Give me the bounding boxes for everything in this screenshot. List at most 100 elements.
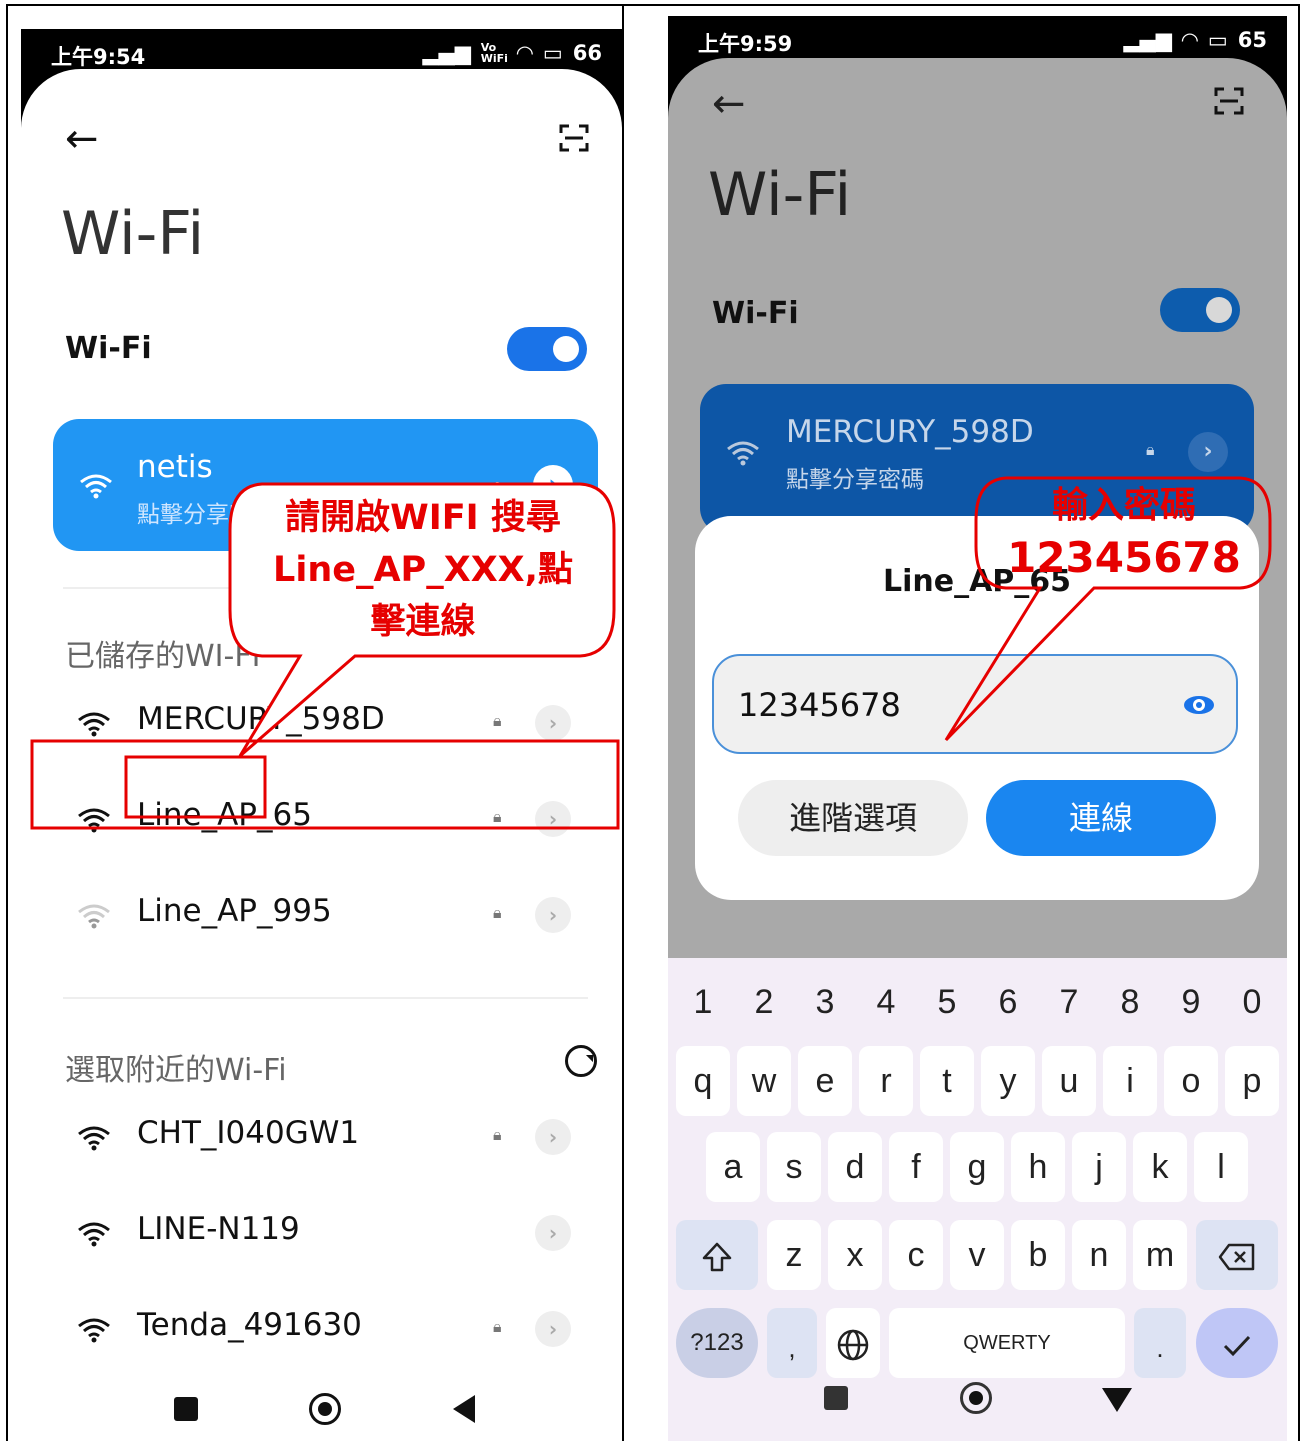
- chevron-right-icon[interactable]: ›: [1188, 432, 1228, 472]
- network-name: CHT_I040GW1: [137, 1115, 360, 1151]
- globe-icon: [837, 1329, 869, 1361]
- key-6[interactable]: 6: [978, 972, 1038, 1032]
- comma-key[interactable]: ,: [767, 1308, 817, 1378]
- saved-network-row[interactable]: Line_AP_995 🔒︎ ›: [21, 867, 622, 963]
- connected-ssid: MERCURY_598D: [786, 414, 1034, 450]
- key-5[interactable]: 5: [917, 972, 977, 1032]
- advanced-options-button[interactable]: 進階選項: [738, 780, 968, 856]
- status-icons: ▂▄▆ ◠ ▭ 65: [1123, 28, 1267, 52]
- key-2[interactable]: 2: [734, 972, 794, 1032]
- back-nav-icon[interactable]: [453, 1395, 475, 1423]
- key-v[interactable]: v: [950, 1220, 1004, 1290]
- key-q[interactable]: q: [676, 1046, 730, 1116]
- callout-line: 輸入密碼: [1051, 485, 1196, 526]
- lock-icon: 🔒︎: [493, 1317, 502, 1336]
- connect-button[interactable]: 連線: [986, 780, 1216, 856]
- key-f[interactable]: f: [889, 1132, 943, 1202]
- key-h[interactable]: h: [1011, 1132, 1065, 1202]
- key-n[interactable]: n: [1072, 1220, 1126, 1290]
- network-name: LINE-N119: [137, 1211, 300, 1247]
- home-icon[interactable]: [309, 1393, 341, 1425]
- scan-qr-icon[interactable]: [559, 123, 589, 153]
- wifi-icon: [78, 1126, 110, 1151]
- key-1[interactable]: 1: [673, 972, 733, 1032]
- chevron-right-icon[interactable]: ›: [535, 705, 571, 741]
- recent-apps-icon[interactable]: [824, 1386, 848, 1410]
- key-a[interactable]: a: [706, 1132, 760, 1202]
- key-y[interactable]: y: [981, 1046, 1035, 1116]
- key-z[interactable]: z: [767, 1220, 821, 1290]
- status-time: 上午9:54: [51, 45, 146, 69]
- battery-icon: ▭: [542, 41, 563, 65]
- checkmark-icon: [1223, 1335, 1251, 1357]
- wifi-status-icon: ◠: [516, 41, 533, 65]
- home-icon[interactable]: [960, 1382, 992, 1414]
- key-r[interactable]: r: [859, 1046, 913, 1116]
- key-0[interactable]: 0: [1222, 972, 1282, 1032]
- nearby-network-row[interactable]: CHT_I040GW1 🔒︎ ›: [21, 1089, 622, 1185]
- chevron-right-icon[interactable]: ›: [535, 1215, 571, 1251]
- phone-right: 上午9:59 ▂▄▆ ◠ ▭ 65 ← Wi-Fi Wi-Fi MERCURY_…: [668, 16, 1287, 1441]
- network-name: Line_AP_65: [137, 797, 312, 833]
- space-key[interactable]: QWERTY: [889, 1308, 1125, 1378]
- key-w[interactable]: w: [737, 1046, 791, 1116]
- key-d[interactable]: d: [828, 1132, 882, 1202]
- frame-divider: [622, 4, 624, 1441]
- back-button[interactable]: ←: [712, 84, 746, 124]
- password-input[interactable]: 12345678: [712, 654, 1238, 754]
- key-k[interactable]: k: [1133, 1132, 1187, 1202]
- backspace-icon: [1218, 1243, 1255, 1271]
- wifi-toggle[interactable]: [507, 327, 587, 371]
- key-x[interactable]: x: [828, 1220, 882, 1290]
- key-s[interactable]: s: [767, 1132, 821, 1202]
- show-password-icon[interactable]: [1184, 696, 1214, 714]
- key-t[interactable]: t: [920, 1046, 974, 1116]
- backspace-key[interactable]: [1196, 1220, 1278, 1290]
- enter-key[interactable]: [1196, 1308, 1278, 1378]
- recent-apps-icon[interactable]: [174, 1397, 198, 1421]
- chevron-right-icon[interactable]: ›: [535, 1119, 571, 1155]
- phone-left: 上午9:54 ▂▄▆ Vo WiFi ◠ ▭ 66 ← Wi-Fi Wi-Fi …: [21, 29, 622, 1441]
- key-c[interactable]: c: [889, 1220, 943, 1290]
- chevron-right-icon[interactable]: ›: [535, 801, 571, 837]
- key-7[interactable]: 7: [1039, 972, 1099, 1032]
- scan-qr-icon[interactable]: [1214, 86, 1244, 116]
- key-u[interactable]: u: [1042, 1046, 1096, 1116]
- nearby-network-row[interactable]: Tenda_491630 🔒︎ ›: [21, 1281, 622, 1377]
- key-b[interactable]: b: [1011, 1220, 1065, 1290]
- key-3[interactable]: 3: [795, 972, 855, 1032]
- key-i[interactable]: i: [1103, 1046, 1157, 1116]
- back-button[interactable]: ←: [65, 119, 99, 159]
- vowifi-icon: Vo WiFi: [480, 41, 508, 65]
- wifi-toggle[interactable]: [1160, 288, 1240, 332]
- key-p[interactable]: p: [1225, 1046, 1279, 1116]
- page-title: Wi-Fi: [61, 199, 205, 269]
- chevron-right-icon[interactable]: ›: [535, 1311, 571, 1347]
- saved-network-row[interactable]: MERCURY_598D 🔒︎ ›: [21, 675, 622, 771]
- callout-line: Line_AP_XXX,點: [273, 550, 573, 590]
- key-j[interactable]: j: [1072, 1132, 1126, 1202]
- wifi-icon: [80, 474, 112, 499]
- soft-keyboard: 1 2 3 4 5 6 7 8 9 0 q w e r t y u i o p …: [668, 958, 1287, 1441]
- key-9[interactable]: 9: [1161, 972, 1221, 1032]
- saved-network-row[interactable]: Line_AP_65 🔒︎ ›: [21, 771, 622, 867]
- symbols-key[interactable]: ?123: [676, 1308, 758, 1378]
- refresh-icon[interactable]: [565, 1045, 597, 1077]
- key-m[interactable]: m: [1133, 1220, 1187, 1290]
- key-o[interactable]: o: [1164, 1046, 1218, 1116]
- key-4[interactable]: 4: [856, 972, 916, 1032]
- lock-icon: 🔒︎: [493, 1125, 502, 1144]
- hide-keyboard-icon[interactable]: [1102, 1388, 1132, 1412]
- language-key[interactable]: [826, 1308, 880, 1378]
- period-key[interactable]: .: [1134, 1308, 1186, 1378]
- key-e[interactable]: e: [798, 1046, 852, 1116]
- shift-key[interactable]: [676, 1220, 758, 1290]
- key-l[interactable]: l: [1194, 1132, 1248, 1202]
- key-g[interactable]: g: [950, 1132, 1004, 1202]
- chevron-right-icon[interactable]: ›: [535, 897, 571, 933]
- share-password-hint: 點擊分享密碼: [786, 467, 924, 493]
- callout-line: 請開啟WIFI 搜尋: [285, 498, 561, 538]
- key-8[interactable]: 8: [1100, 972, 1160, 1032]
- wifi-toggle-label: Wi-Fi: [712, 296, 799, 331]
- nearby-network-row[interactable]: LINE-N119 ›: [21, 1185, 622, 1281]
